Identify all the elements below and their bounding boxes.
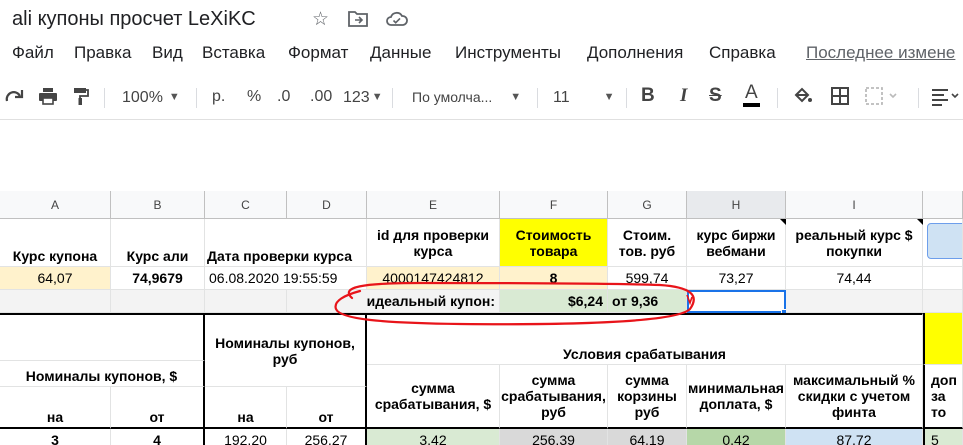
document-title[interactable]: ali купоны просчет LeXiKC [12, 8, 256, 31]
menu-file[interactable]: Файл [12, 43, 54, 63]
move-to-folder-icon[interactable] [348, 10, 368, 35]
chevron-down-icon: ▼ [603, 91, 615, 103]
menu-edit[interactable]: Правка [74, 43, 131, 63]
sheet-grid[interactable]: A B C D E F G H I Курс купона Курс али Д… [0, 191, 963, 445]
last-edit-link[interactable]: Последнее измене [806, 43, 955, 63]
fill-color-icon[interactable] [792, 86, 814, 113]
percent-button[interactable]: % [247, 86, 261, 108]
redo-icon[interactable] [4, 86, 26, 113]
strikethrough-button[interactable]: S [709, 85, 722, 107]
align-icon[interactable] [930, 86, 960, 113]
zoom-select[interactable]: 100% ▼ [122, 86, 180, 109]
menu-view[interactable]: Вид [152, 43, 183, 63]
font-select[interactable]: По умолча... ▼ [412, 86, 521, 108]
menu-addons[interactable]: Дополнения [587, 43, 683, 63]
text-color-button[interactable]: A [743, 83, 760, 107]
star-icon[interactable]: ☆ [312, 9, 329, 31]
italic-button[interactable]: I [680, 85, 687, 107]
font-size-select[interactable]: 11 ▼ [553, 86, 615, 109]
print-icon[interactable] [37, 86, 59, 113]
cloud-status-icon[interactable] [386, 10, 408, 34]
decrease-decimal-button[interactable]: .0 [277, 86, 290, 108]
bold-button[interactable]: B [641, 85, 655, 107]
menu-bar: Файл Правка Вид Вставка Формат Данные Ин… [0, 40, 963, 66]
borders-icon[interactable] [830, 86, 850, 113]
increase-decimal-button[interactable]: .00 [310, 86, 332, 108]
menu-help[interactable]: Справка [709, 43, 776, 63]
title-bar: ali купоны просчет LeXiKC ☆ [0, 0, 963, 40]
chevron-down-icon: ▼ [510, 91, 522, 103]
merge-cells-icon[interactable] [864, 86, 898, 113]
menu-format[interactable]: Формат [288, 43, 348, 63]
chevron-down-icon: ▼ [371, 91, 383, 103]
paint-format-icon[interactable] [72, 86, 90, 113]
chevron-down-icon: ▼ [168, 91, 180, 103]
currency-button[interactable]: р. [212, 86, 225, 108]
red-annotation-oval [334, 281, 695, 326]
menu-insert[interactable]: Вставка [202, 43, 265, 63]
toolbar: 100% ▼ р. % .0 .00 123 ▼ По умолча... ▼ 11 ▼… [0, 76, 963, 120]
formula-bar-area[interactable] [0, 121, 963, 191]
menu-tools[interactable]: Инструменты [455, 43, 561, 63]
more-formats-button[interactable]: 123 ▼ [343, 86, 383, 109]
menu-data[interactable]: Данные [370, 43, 431, 63]
